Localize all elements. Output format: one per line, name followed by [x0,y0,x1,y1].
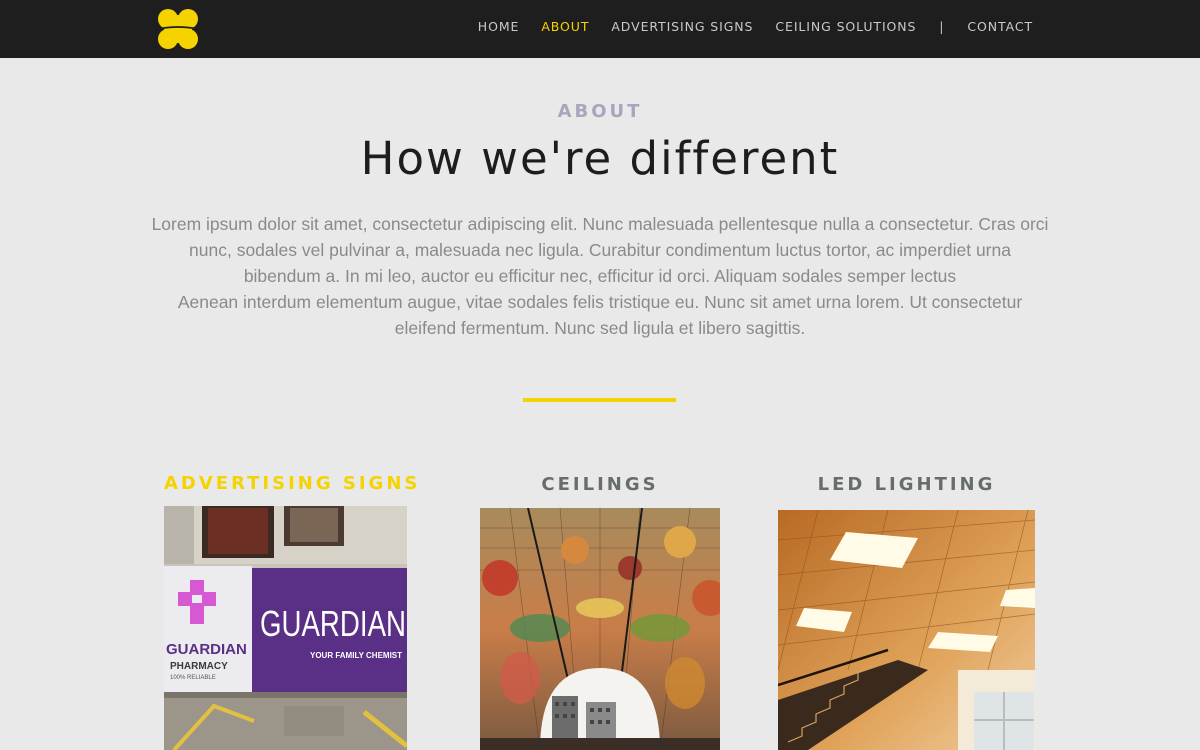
advertising-signs-image[interactable]: GUARDIAN PHARMACY 100% RELIABLE GUARDIAN… [164,506,407,750]
nav-about[interactable]: ABOUT [541,19,589,35]
nav-advertising-signs[interactable]: ADVERTISING SIGNS [611,19,753,35]
nav-home[interactable]: HOME [478,19,520,35]
ceilings-image[interactable] [480,508,720,750]
nav-separator: | [939,20,944,34]
intro-text-1: Lorem ipsum dolor sit amet, consectetur … [151,214,1049,286]
intro-text-2: Aenean interdum elementum augue, vitae s… [177,292,1023,338]
section-eyebrow: ABOUT [557,101,643,122]
nav-ceiling-solutions[interactable]: CEILING SOLUTIONS [775,19,916,35]
accent-divider [523,398,676,402]
page-title: How we're different [360,132,840,185]
intro-paragraph: Lorem ipsum dolor sit amet, consectetur … [150,211,1050,341]
card-title-advertising-signs[interactable]: ADVERTISING SIGNS [164,473,417,494]
top-navbar: HOME ABOUT ADVERTISING SIGNS CEILING SOL… [0,0,1200,58]
nav-contact[interactable]: CONTACT [967,19,1033,35]
sign-logo-text: GUARDIAN [166,641,247,658]
sign-tagline: YOUR FAMILY CHEMIST [310,651,402,660]
card-title-ceilings[interactable]: CEILINGS [480,474,720,495]
logo-icon[interactable] [156,7,200,51]
card-title-led-lighting[interactable]: LED LIGHTING [778,474,1035,495]
sign-sub-2: 100% RELIABLE [170,675,216,681]
led-lighting-image[interactable] [778,510,1035,750]
sign-brand: GUARDIAN [260,603,406,644]
sign-sub-1: PHARMACY [170,661,228,672]
main-nav: HOME ABOUT ADVERTISING SIGNS CEILING SOL… [478,19,1033,35]
